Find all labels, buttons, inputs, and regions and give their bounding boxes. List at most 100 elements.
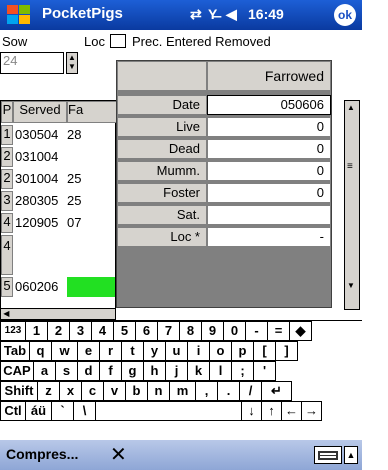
key[interactable]: z (38, 381, 60, 401)
dead-input[interactable]: 0 (207, 139, 331, 159)
key[interactable]: a (34, 361, 56, 381)
arrow-up-icon[interactable]: ↑ (262, 401, 282, 421)
key[interactable]: f (100, 361, 122, 381)
key[interactable]: , (196, 381, 218, 401)
row-served[interactable]: 030504 (15, 127, 58, 142)
connectivity-icon[interactable]: ⇄ (190, 6, 202, 23)
highlight-cell[interactable] (67, 277, 115, 297)
key[interactable]: ` (52, 401, 74, 421)
key[interactable]: r (100, 341, 122, 361)
key[interactable]: u (166, 341, 188, 361)
backspace-icon[interactable]: ◆ (290, 321, 312, 341)
mumm-input[interactable]: 0 (207, 161, 331, 181)
speaker-icon[interactable]: ◀ (226, 6, 237, 23)
loc-checkbox[interactable] (110, 34, 126, 48)
key[interactable]: g (122, 361, 144, 381)
key[interactable]: ] (276, 341, 298, 361)
key[interactable]: 1 (26, 321, 48, 341)
key[interactable]: b (126, 381, 148, 401)
key[interactable]: 8 (180, 321, 202, 341)
sow-input[interactable]: 24 (0, 52, 64, 74)
col-header-p[interactable]: P (1, 101, 13, 123)
sow-scroll[interactable]: ▲ ▼ (66, 52, 78, 74)
key[interactable]: k (188, 361, 210, 381)
loc-input[interactable]: - (207, 227, 331, 247)
row-served[interactable]: 060206 (15, 279, 58, 294)
key[interactable]: i (188, 341, 210, 361)
row-served[interactable]: 031004 (15, 149, 58, 164)
scroll-down-icon[interactable]: ▼ (347, 281, 355, 290)
up-arrow-icon[interactable]: ▲ (344, 446, 358, 464)
scroll-up-icon[interactable]: ▲ (347, 103, 355, 112)
row-served[interactable]: 120905 (15, 215, 58, 230)
scroll-grip-icon[interactable]: ≡ (347, 161, 353, 172)
row-fa[interactable]: 25 (67, 193, 81, 208)
ok-button[interactable]: ok (334, 4, 356, 26)
col-header-served[interactable]: Served (13, 101, 67, 123)
x-icon[interactable]: ✕ (110, 442, 127, 467)
key-ctl[interactable]: Ctl (0, 401, 26, 421)
key[interactable]: q (30, 341, 52, 361)
key[interactable]: w (52, 341, 78, 361)
keyboard-icon[interactable] (314, 446, 342, 464)
grid-hscrollbar[interactable]: ◀ (0, 308, 116, 320)
key[interactable]: x (60, 381, 82, 401)
key[interactable]: 2 (48, 321, 70, 341)
key[interactable]: e (78, 341, 100, 361)
foster-input[interactable]: 0 (207, 183, 331, 203)
arrow-left-icon[interactable]: ← (282, 401, 302, 421)
key[interactable]: h (144, 361, 166, 381)
history-grid[interactable]: P Served Fa 1 030504 28 2 031004 2 30100… (0, 100, 117, 310)
windows-start-icon[interactable] (6, 4, 32, 26)
key-space[interactable] (96, 401, 242, 421)
key[interactable]: 3 (70, 321, 92, 341)
no-signal-icon[interactable]: Y̶ (208, 6, 217, 22)
row-served[interactable]: 301004 (15, 171, 58, 186)
key[interactable]: 7 (158, 321, 180, 341)
key[interactable]: \ (74, 401, 96, 421)
arrow-right-icon[interactable]: → (302, 401, 322, 421)
key[interactable]: 9 (202, 321, 224, 341)
col-header-fa[interactable]: Fa (67, 101, 117, 123)
row-fa[interactable]: 07 (67, 215, 81, 230)
key[interactable]: / (240, 381, 262, 401)
key[interactable]: ' (254, 361, 276, 381)
clock[interactable]: 16:49 (248, 6, 284, 22)
key[interactable]: d (78, 361, 100, 381)
compress-menu[interactable]: Compres... (6, 446, 78, 462)
key-accents[interactable]: áü (26, 401, 52, 421)
date-input[interactable]: 050606 (207, 95, 331, 115)
key[interactable]: o (210, 341, 232, 361)
row-fa[interactable]: 25 (67, 171, 81, 186)
live-input[interactable]: 0 (207, 117, 331, 137)
sat-input[interactable] (207, 205, 331, 225)
key[interactable]: . (218, 381, 240, 401)
key-tab[interactable]: Tab (0, 341, 30, 361)
key[interactable]: m (170, 381, 196, 401)
key[interactable]: - (246, 321, 268, 341)
key[interactable]: v (104, 381, 126, 401)
key[interactable]: n (148, 381, 170, 401)
key[interactable]: ; (232, 361, 254, 381)
key[interactable]: 6 (136, 321, 158, 341)
key[interactable]: 0 (224, 321, 246, 341)
key[interactable]: = (268, 321, 290, 341)
arrow-down-icon[interactable]: ↓ (242, 401, 262, 421)
row-served[interactable]: 280305 (15, 193, 58, 208)
key[interactable]: c (82, 381, 104, 401)
key[interactable]: l (210, 361, 232, 381)
key[interactable]: 5 (114, 321, 136, 341)
key-caps[interactable]: CAP (0, 361, 34, 381)
right-scrollbar[interactable]: ▲ ≡ ▼ (344, 100, 360, 310)
row-fa[interactable]: 28 (67, 127, 81, 142)
key-123[interactable]: 123 (0, 321, 26, 341)
key[interactable]: 4 (92, 321, 114, 341)
key[interactable]: j (166, 361, 188, 381)
key[interactable]: [ (254, 341, 276, 361)
enter-icon[interactable]: ↵ (262, 381, 292, 401)
key[interactable]: y (144, 341, 166, 361)
key[interactable]: s (56, 361, 78, 381)
key[interactable]: t (122, 341, 144, 361)
key[interactable]: p (232, 341, 254, 361)
key-shift[interactable]: Shift (0, 381, 38, 401)
